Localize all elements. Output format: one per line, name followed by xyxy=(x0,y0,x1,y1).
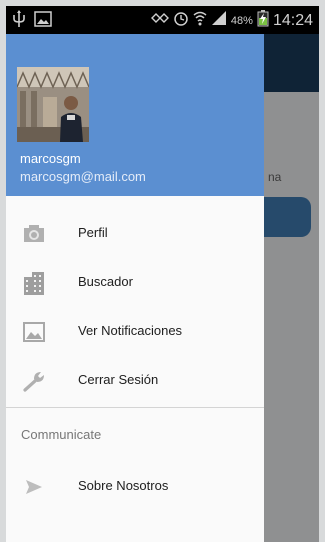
menu-item-label: Cerrar Sesión xyxy=(78,372,159,387)
usb-icon xyxy=(12,10,26,33)
menu-item-ver-notificaciones[interactable]: Ver Notificaciones xyxy=(6,308,264,356)
image-icon xyxy=(20,318,48,346)
gallery-notification-icon xyxy=(34,11,52,32)
menu-item-buscador[interactable]: Buscador xyxy=(6,259,264,307)
battery-charging-icon xyxy=(257,9,269,32)
wifi-icon xyxy=(193,10,207,31)
send-icon xyxy=(20,473,48,501)
menu-item-label: Sobre Nosotros xyxy=(78,478,169,493)
menu-item-label: Ver Notificaciones xyxy=(78,323,183,338)
phone-screen: 48% 14:24 na marcosgm marcosgm@mail.com … xyxy=(6,6,319,542)
camera-icon xyxy=(20,220,48,248)
navigation-drawer: marcosgm marcosgm@mail.com Perfil Buscad… xyxy=(6,34,264,542)
drawer-header: marcosgm marcosgm@mail.com xyxy=(6,34,264,196)
user-email: marcosgm@mail.com xyxy=(20,169,146,184)
clock: 14:24 xyxy=(272,11,313,29)
avatar[interactable] xyxy=(17,67,89,142)
wrench-icon xyxy=(20,367,48,395)
menu-item-cerrar-sesion[interactable]: Cerrar Sesión xyxy=(6,357,264,405)
drawer-divider xyxy=(6,407,264,408)
menu-item-label: Buscador xyxy=(78,274,133,289)
mute-icon xyxy=(150,10,169,31)
user-name: marcosgm xyxy=(20,151,81,166)
menu-item-perfil[interactable]: Perfil xyxy=(6,210,264,258)
status-bar: 48% 14:24 xyxy=(6,6,319,34)
background-app-text: na xyxy=(268,170,282,184)
section-header-communicate: Communicate xyxy=(21,427,102,442)
building-icon xyxy=(20,269,48,297)
menu-item-label: Perfil xyxy=(78,225,108,240)
battery-percent: 48% xyxy=(230,14,253,27)
signal-icon xyxy=(211,10,227,31)
alarm-icon xyxy=(173,10,189,31)
menu-item-sobre-nosotros[interactable]: Sobre Nosotros xyxy=(6,463,264,511)
